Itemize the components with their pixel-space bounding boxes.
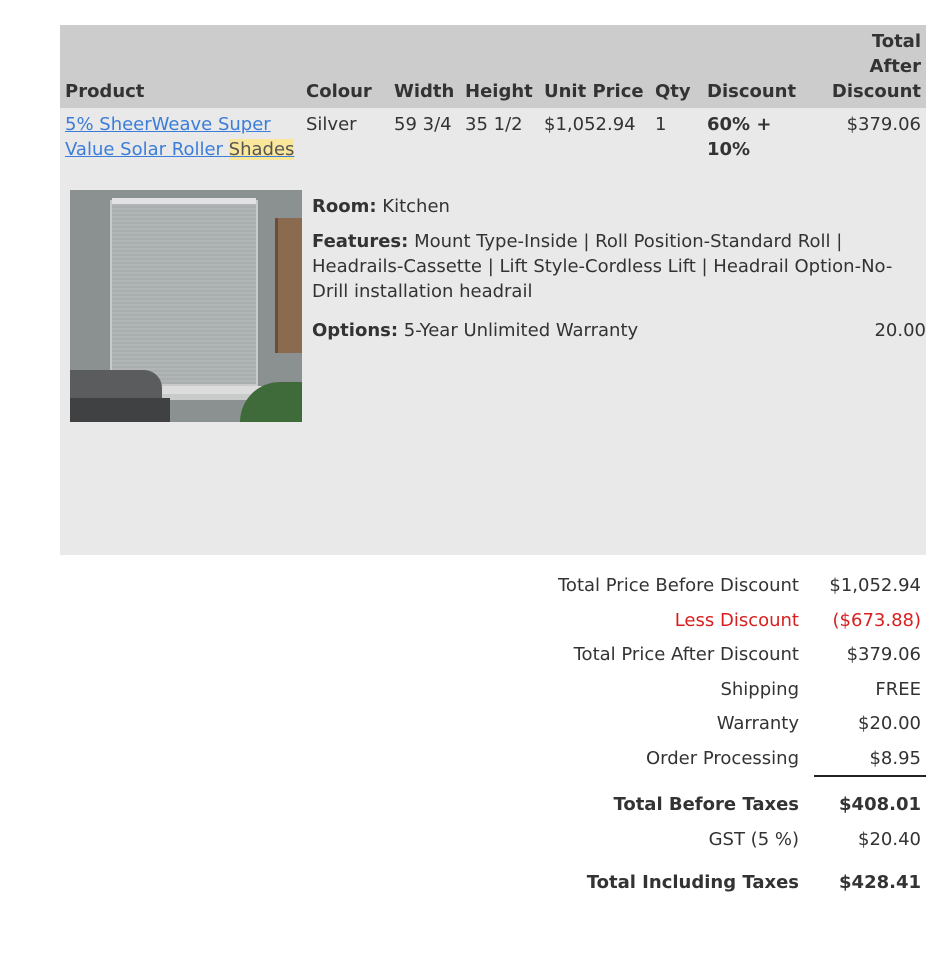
cell-qty: 1 bbox=[650, 108, 702, 162]
totals-value: FREE bbox=[875, 678, 921, 700]
warranty-row: Warranty $20.00 bbox=[60, 713, 926, 748]
totals-value: $428.41 bbox=[839, 872, 921, 893]
header-qty: Qty bbox=[650, 25, 702, 108]
product-detail-row: Room: Kitchen Features: Mount Type-Insid… bbox=[60, 162, 926, 555]
options-label: Options: bbox=[312, 320, 399, 341]
totals-value: $8.95 bbox=[869, 747, 921, 769]
room-line: Room: Kitchen bbox=[312, 194, 926, 219]
order-processing-row: Order Processing $8.95 bbox=[60, 748, 926, 783]
totals-label: Total Including Taxes bbox=[586, 872, 799, 893]
product-link[interactable]: 5% SheerWeave Super Value Solar Roller S… bbox=[65, 114, 295, 160]
order-summary: Product Colour Width Height Unit Price Q… bbox=[60, 25, 926, 555]
total-before-taxes-row: Total Before Taxes $408.01 bbox=[60, 794, 926, 829]
room-label: Room: bbox=[312, 196, 377, 217]
product-attributes: Room: Kitchen Features: Mount Type-Insid… bbox=[312, 194, 926, 343]
header-colour: Colour bbox=[301, 25, 389, 108]
options-line: Options: 5-Year Unlimited Warranty 20.00 bbox=[312, 318, 926, 343]
less-discount-row: Less Discount ($673.88) bbox=[60, 610, 926, 645]
totals-label: Total Price After Discount bbox=[573, 644, 799, 665]
product-detail-cell: Room: Kitchen Features: Mount Type-Insid… bbox=[60, 162, 926, 555]
cell-total: $379.06 bbox=[822, 108, 926, 162]
thumb-roller-shade bbox=[112, 198, 256, 384]
cell-height: 35 1/2 bbox=[460, 108, 539, 162]
product-thumbnail-image[interactable] bbox=[70, 190, 302, 422]
order-totals: Total Price Before Discount $1,052.94 Le… bbox=[60, 575, 926, 907]
header-width: Width bbox=[389, 25, 460, 108]
order-table: Product Colour Width Height Unit Price Q… bbox=[60, 25, 926, 555]
totals-label: Less Discount bbox=[674, 609, 799, 631]
features-label: Features: bbox=[312, 231, 409, 252]
totals-label: GST (5 %) bbox=[708, 828, 799, 850]
totals-value: $408.01 bbox=[839, 794, 921, 815]
options-value: 5-Year Unlimited Warranty bbox=[403, 320, 639, 341]
cell-width: 59 3/4 bbox=[389, 108, 460, 162]
header-unit-price: Unit Price bbox=[539, 25, 650, 108]
total-after-discount-row: Total Price After Discount $379.06 bbox=[60, 644, 926, 679]
header-height: Height bbox=[460, 25, 539, 108]
thumb-sofa-base bbox=[70, 398, 170, 422]
totals-value: $379.06 bbox=[846, 644, 921, 665]
room-value: Kitchen bbox=[382, 196, 450, 217]
product-detail: Room: Kitchen Features: Mount Type-Insid… bbox=[65, 166, 926, 555]
totals-value: $1,052.94 bbox=[829, 575, 921, 596]
totals-label: Warranty bbox=[716, 713, 799, 734]
thumb-wall-frame bbox=[275, 218, 302, 353]
product-link-highlight[interactable]: Shades bbox=[228, 139, 295, 160]
totals-value: ($673.88) bbox=[832, 609, 921, 631]
cell-colour: Silver bbox=[301, 108, 389, 162]
totals-value: $20.40 bbox=[858, 828, 921, 850]
shipping-row: Shipping FREE bbox=[60, 679, 926, 714]
totals-label: Total Price Before Discount bbox=[558, 575, 799, 596]
totals-label: Order Processing bbox=[646, 747, 799, 769]
gst-row: GST (5 %) $20.40 bbox=[60, 829, 926, 864]
totals-label: Shipping bbox=[720, 678, 799, 700]
totals-label: Total Before Taxes bbox=[613, 794, 799, 815]
header-discount: Discount bbox=[702, 25, 822, 108]
header-total-after-discount: Total After Discount bbox=[822, 25, 926, 108]
cell-discount: 60% + 10% bbox=[702, 108, 822, 162]
cell-product: 5% SheerWeave Super Value Solar Roller S… bbox=[60, 108, 301, 162]
features-line: Features: Mount Type-Inside | Roll Posit… bbox=[312, 229, 926, 304]
options-price: 20.00 bbox=[874, 320, 926, 341]
total-before-discount-row: Total Price Before Discount $1,052.94 bbox=[60, 575, 926, 610]
header-product: Product bbox=[60, 25, 301, 108]
total-including-taxes-row: Total Including Taxes $428.41 bbox=[60, 872, 926, 907]
totals-value: $20.00 bbox=[858, 713, 921, 734]
table-header-row: Product Colour Width Height Unit Price Q… bbox=[60, 25, 926, 108]
cell-unit-price: $1,052.94 bbox=[539, 108, 650, 162]
subtotal-divider bbox=[814, 775, 926, 777]
table-row: 5% SheerWeave Super Value Solar Roller S… bbox=[60, 108, 926, 162]
